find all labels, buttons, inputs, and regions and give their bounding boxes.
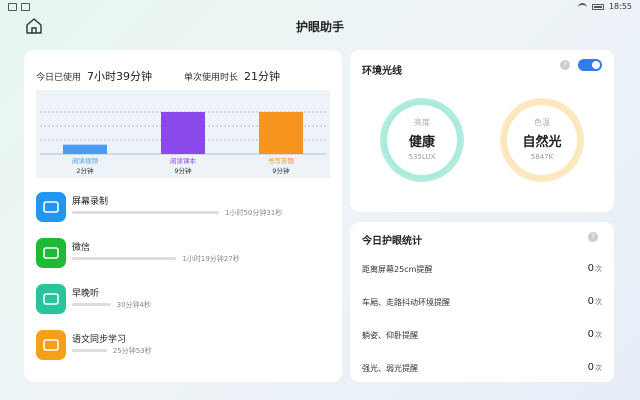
stat-count-value: 0 (587, 362, 594, 373)
usage-chart: 阅读视频 2分钟 阅读课本 9分钟 书写答题 9分钟 (36, 90, 330, 178)
app-usage-time: 1小时50分钟31秒 (225, 209, 283, 217)
color-temp-ring: 色温 自然光 5847K (500, 98, 584, 182)
single-usage: 单次使用时长 21分钟 (184, 68, 280, 84)
stat-count: 0次 (588, 362, 602, 373)
stat-row: 躺姿、仰卧提醒 0次 (362, 329, 602, 341)
battery-icon (591, 3, 604, 10)
app-usage-time: 1小时19分钟27秒 (182, 255, 240, 263)
today-usage: 今日已使用 7小时39分钟 (36, 68, 152, 84)
stat-count-unit: 次 (595, 298, 602, 306)
color-temp-label: 色温 (534, 118, 550, 127)
chart-value-label: 2分钟 (76, 166, 94, 175)
status-bar: 18:55 (0, 0, 640, 16)
environment-title: 环境光线 (362, 66, 402, 77)
usage-card: 今日已使用 7小时39分钟 单次使用时长 21分钟 阅读视频 2分钟 阅读课本 9分钟 书写… (24, 50, 342, 382)
chart-category-label: 阅读视频 (72, 156, 99, 165)
app-usage-row[interactable]: 语文同步学习 25分钟53秒 (36, 330, 330, 364)
usage-chart-svg: 阅读视频2分钟阅读课本9分钟书写答题9分钟 (40, 111, 326, 175)
chart-category-label: 阅读课本 (170, 156, 197, 165)
stat-count-value: 0 (587, 329, 594, 340)
app-usage-time: 25分钟53秒 (112, 347, 152, 355)
app-name: 微信 (72, 243, 91, 253)
app-usage-bar (72, 349, 107, 352)
screen-record-icon (36, 192, 66, 222)
stat-row: 强光、弱光提醒 0次 (362, 362, 602, 374)
stat-label: 车厢、走路抖动环境提醒 (362, 298, 450, 307)
stat-count: 0次 (588, 329, 602, 340)
chart-bar (63, 144, 107, 154)
stat-count-unit: 次 (595, 364, 602, 372)
app-usage-row[interactable]: 屏幕录制 1小时50分钟31秒 (36, 192, 330, 226)
stat-row: 距离屏幕25cm提醒 0次 (362, 263, 602, 275)
app-usage-bar (72, 211, 219, 214)
today-usage-value: 7小时39分钟 (87, 70, 153, 83)
keyboard-icon (21, 3, 30, 11)
color-temp-kelvin: 5847K (530, 153, 554, 161)
help-icon[interactable]: ? (560, 60, 570, 70)
brightness-lux: 535LUX (408, 153, 436, 161)
environment-card: 环境光线 ? 亮度 健康 535LUX 色温 自然光 5847K (350, 50, 614, 212)
stat-count-value: 0 (587, 296, 594, 307)
app-name: 屏幕录制 (72, 197, 109, 207)
brightness-ring: 亮度 健康 535LUX (380, 98, 464, 182)
single-usage-value: 21分钟 (244, 70, 281, 83)
app-usage-bar (72, 303, 111, 306)
stat-row: 车厢、走路抖动环境提醒 0次 (362, 296, 602, 308)
stat-count-unit: 次 (595, 265, 602, 273)
app-usage-row[interactable]: 微信 1小时19分钟27秒 (36, 238, 330, 272)
app-usage-time: 30分钟4秒 (116, 301, 152, 309)
app-name: 早晚听 (72, 289, 100, 299)
stat-count-unit: 次 (595, 331, 602, 339)
today-usage-label: 今日已使用 (36, 73, 82, 83)
stat-label: 强光、弱光提醒 (362, 364, 418, 373)
eye-stats-title: 今日护眼统计 (362, 236, 422, 247)
help-icon[interactable]: ? (588, 232, 598, 242)
image-icon (8, 3, 17, 11)
chart-value-label: 9分钟 (174, 166, 192, 175)
environment-toggle[interactable] (578, 59, 602, 71)
wifi-icon (577, 3, 587, 10)
brightness-value: 健康 (408, 135, 435, 150)
stat-label: 距离屏幕25cm提醒 (362, 265, 433, 274)
color-temp-value: 自然光 (522, 135, 562, 150)
single-usage-label: 单次使用时长 (184, 73, 239, 83)
eye-stats-card: 今日护眼统计 ? 距离屏幕25cm提醒 0次 车厢、走路抖动环境提醒 0次 躺姿、仰卧提… (350, 222, 614, 382)
listen-icon (36, 284, 66, 314)
stat-label: 躺姿、仰卧提醒 (362, 331, 418, 340)
pen-icon (36, 330, 66, 360)
stat-count: 0次 (588, 296, 602, 307)
stat-count: 0次 (588, 263, 602, 274)
status-time: 18:55 (608, 2, 632, 11)
chart-bar (259, 112, 303, 154)
brightness-label: 亮度 (414, 118, 430, 127)
app-name: 语文同步学习 (72, 335, 127, 345)
chart-value-label: 9分钟 (272, 166, 290, 175)
app-usage-bar (72, 257, 177, 260)
chart-bar (161, 112, 205, 154)
app-usage-row[interactable]: 早晚听 30分钟4秒 (36, 284, 330, 318)
stat-count-value: 0 (587, 263, 594, 274)
chart-category-label: 书写答题 (268, 156, 295, 165)
wechat-icon (36, 238, 66, 268)
page-title: 护眼助手 (295, 20, 344, 34)
